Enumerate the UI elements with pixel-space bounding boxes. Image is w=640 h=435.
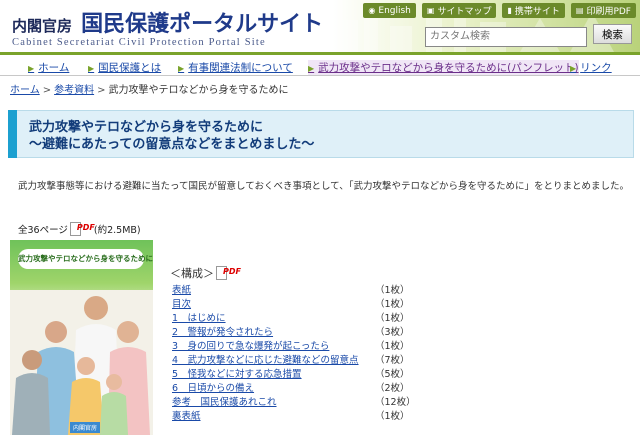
nav-item-label: 有事関連法制について (188, 62, 293, 74)
sitemap-icon: ▣ (426, 6, 435, 15)
composition-link[interactable]: 6 日頃からの備え (172, 380, 254, 394)
print-link-label: 印刷用PDF (586, 7, 631, 17)
site-header: 内閣官房 国民保護ポータルサイト Cabinet Secretariat Civ… (0, 0, 640, 55)
composition-link[interactable]: 4 武力攻撃などに応じた避難などの留意点 (172, 352, 359, 366)
composition-count: （1枚） (375, 411, 410, 422)
composition-link[interactable]: 3 身の回りで急な爆発が起こったら (172, 338, 329, 352)
print-icon: ▤ (575, 6, 584, 15)
pdf-icon[interactable]: PDF (69, 222, 95, 236)
site-title: 国民保護ポータルサイト (81, 12, 324, 37)
nav-item-pamphlet[interactable]: ▶ 武力攻撃やテロなどから身を守るために(パンフレット) (308, 60, 579, 75)
file-size: (約2.5MB) (93, 225, 141, 236)
family-photo (10, 290, 153, 435)
list-item: 目次 （1枚） (172, 296, 412, 310)
composition-count: （1枚） (375, 299, 410, 310)
pages-count: 全36ページ (18, 225, 68, 236)
utility-links: ◉ English ▣ サイトマップ ▮ 携帯サイト ▤ 印刷用PDF (363, 3, 636, 18)
pamphlet-cover-image[interactable]: 武力攻撃やテロなどから身を守るために 内閣官房 (10, 240, 153, 435)
page-title: 武力攻撃やテロなどから身を守るために ～避難にあたっての留意点などをまとめました… (29, 119, 314, 153)
sitemap-link-label: サイトマップ (437, 7, 492, 17)
arrow-right-icon: ▶ (88, 64, 95, 73)
page-title-panel: 武力攻撃やテロなどから身を守るために ～避難にあたっての留意点などをまとめました… (8, 110, 634, 158)
page-title-line1: 武力攻撃やテロなどから身を守るために (29, 120, 264, 135)
pdf-icon-label: PDF (76, 223, 95, 232)
site-subtitle: Cabinet Secretariat Civil Protection Por… (12, 37, 266, 48)
composition-count: （1枚） (375, 341, 410, 352)
nav-item-links[interactable]: ▶ リンク (570, 60, 612, 75)
composition-count: （12枚） (375, 397, 416, 408)
english-link[interactable]: ◉ English (363, 3, 416, 18)
nav-item-label: リンク (580, 62, 612, 74)
breadcrumb-separator: > (97, 85, 106, 96)
arrow-right-icon: ▶ (178, 64, 185, 73)
search-button[interactable]: 検索 (593, 24, 632, 44)
breadcrumb-materials[interactable]: 参考資料 (54, 85, 94, 96)
english-link-label: English (378, 5, 411, 16)
nav-item-label: 武力攻撃やテロなどから身を守るために(パンフレット) (318, 62, 579, 74)
search-input[interactable] (425, 26, 587, 47)
list-item: 4 武力攻撃などに応じた避難などの留意点 （7枚） (172, 352, 412, 366)
composition-link[interactable]: 5 怪我などに対する応急措置 (172, 366, 302, 380)
globe-icon: ◉ (368, 6, 376, 15)
mobile-icon: ▮ (507, 6, 512, 15)
composition-link[interactable]: 表紙 (172, 282, 191, 296)
nav-item-home[interactable]: ▶ ホーム (28, 60, 69, 75)
composition-link[interactable]: 1 はじめに (172, 310, 226, 324)
nav-item-label: ホーム (38, 62, 70, 74)
list-item: 1 はじめに （1枚） (172, 310, 412, 324)
list-item: 裏表紙 （1枚） (172, 408, 412, 422)
cover-title: 武力攻撃やテロなどから身を守るために (18, 249, 153, 269)
breadcrumb-separator: > (42, 85, 52, 96)
nav-item-legislation[interactable]: ▶ 有事関連法制について (178, 60, 293, 75)
print-link[interactable]: ▤ 印刷用PDF (570, 3, 636, 18)
breadcrumb-home[interactable]: ホーム (10, 85, 40, 96)
composition-count: （1枚） (375, 313, 410, 324)
composition-label: ＜構成＞ (170, 267, 214, 280)
mobile-link[interactable]: ▮ 携帯サイト (502, 3, 565, 18)
page-description: 武力攻撃事態等における避難に当たって国民が留意しておくべき事項として、「武力攻撃… (18, 181, 629, 192)
page-title-line2: ～避難にあたっての留意点などをまとめました～ (29, 137, 315, 152)
breadcrumb: ホーム > 参考資料 > 武力攻撃やテロなどから身を守るために (10, 81, 288, 96)
cover-badge: 内閣官房 (70, 422, 101, 433)
composition-count: （3枚） (375, 327, 410, 338)
search-bar: 検索 (425, 24, 632, 47)
pdf-icon[interactable]: PDF (216, 266, 241, 280)
composition-link[interactable]: 参考 国民保護あれこれ (172, 394, 277, 408)
main-nav: ▶ ホーム ▶ 国民保護とは ▶ 有事関連法制について ▶ 武力攻撃やテロなどから身を守… (0, 55, 640, 76)
mobile-link-label: 携帯サイト (514, 7, 560, 17)
nav-item-label: 国民保護とは (98, 62, 162, 74)
pdf-icon-label: PDF (223, 267, 241, 276)
sitemap-link[interactable]: ▣ サイトマップ (421, 3, 497, 18)
composition-count: （7枚） (375, 355, 410, 366)
breadcrumb-current: 武力攻撃やテロなどから身を守るために (108, 85, 289, 96)
nav-item-about[interactable]: ▶ 国民保護とは (88, 60, 161, 75)
composition-count: （2枚） (375, 383, 410, 394)
arrow-right-icon: ▶ (28, 64, 35, 73)
list-item: 5 怪我などに対する応急措置 （5枚） (172, 366, 412, 380)
arrow-right-icon: ▶ (308, 64, 315, 73)
list-item: 2 警報が発令されたら （3枚） (172, 324, 412, 338)
list-item: 6 日頃からの備え （2枚） (172, 380, 412, 394)
list-item: 表紙 （1枚） (172, 282, 412, 296)
composition-count: （1枚） (375, 285, 410, 296)
list-item: 3 身の回りで急な爆発が起こったら （1枚） (172, 338, 412, 352)
list-item: 参考 国民保護あれこれ （12枚） (172, 394, 416, 408)
pages-info: 全36ページ PDF (約2.5MB) (18, 222, 141, 236)
composition-link[interactable]: 裏表紙 (172, 408, 201, 422)
arrow-right-icon: ▶ (570, 64, 577, 73)
composition-heading: ＜構成＞ PDF (170, 265, 241, 281)
site-brand[interactable]: 内閣官房 国民保護ポータルサイト Cabinet Secretariat Civ… (12, 6, 323, 48)
title-accent-bar (8, 110, 17, 158)
org-name: 内閣官房 (12, 17, 73, 35)
composition-link[interactable]: 2 警報が発令されたら (172, 324, 273, 338)
composition-link[interactable]: 目次 (172, 296, 191, 310)
composition-count: （5枚） (375, 369, 410, 380)
